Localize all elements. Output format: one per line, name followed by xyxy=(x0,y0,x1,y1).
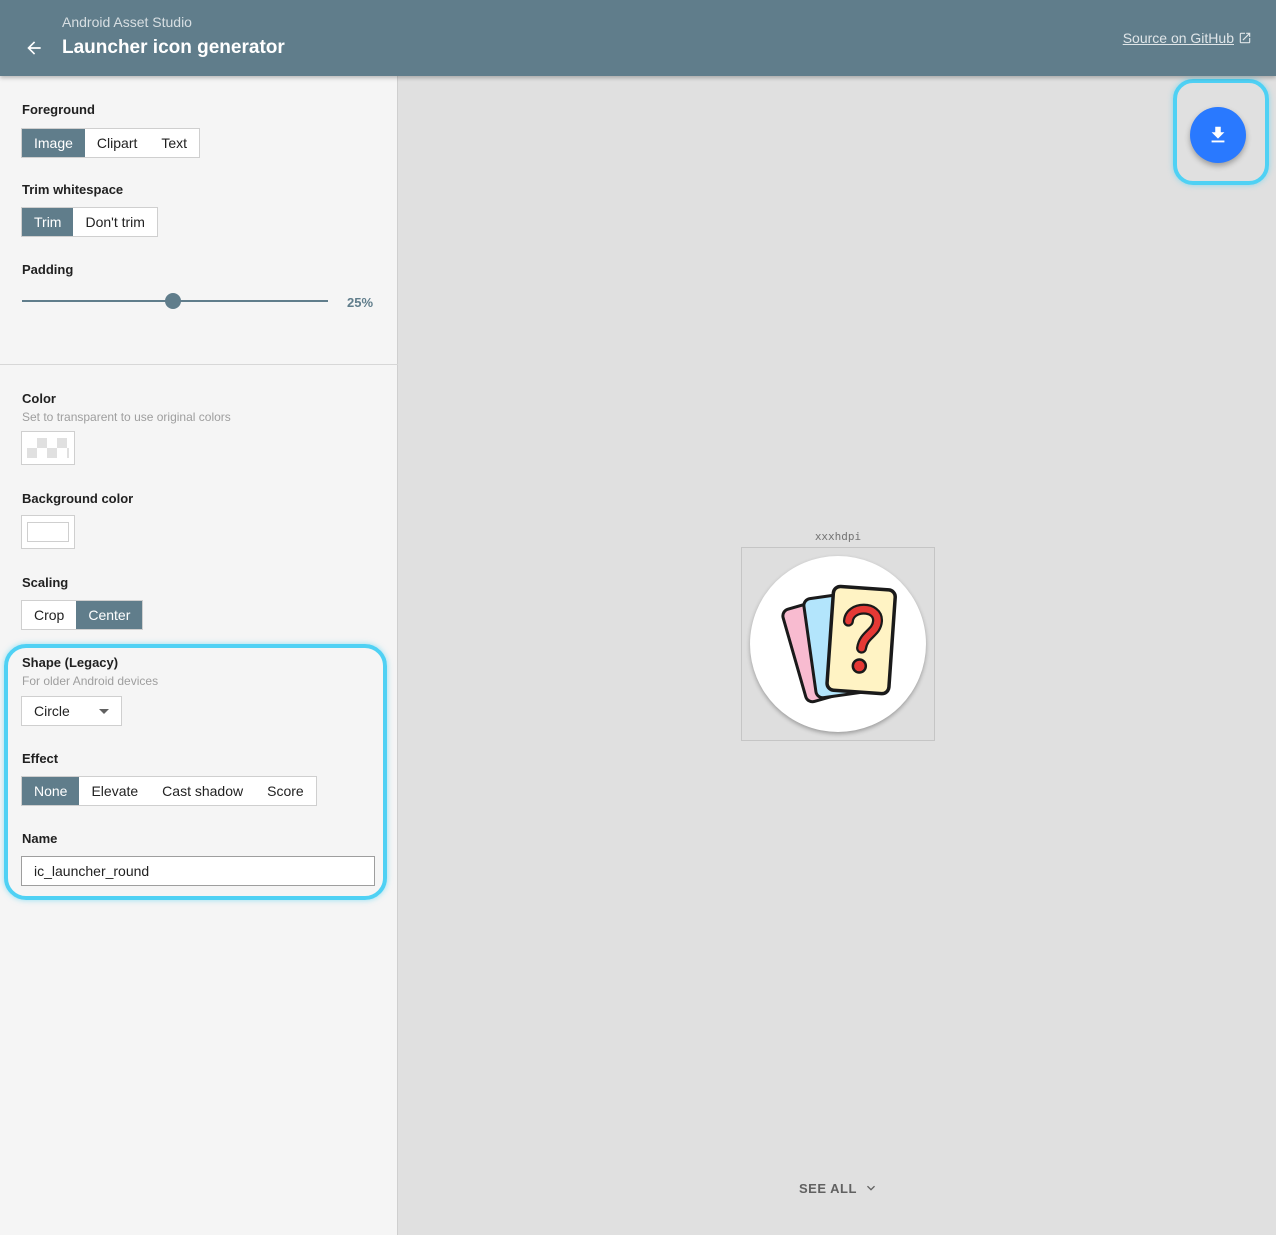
white-swatch xyxy=(27,522,69,542)
name-input[interactable] xyxy=(21,856,375,886)
chevron-down-icon xyxy=(866,1185,875,1191)
shape-selected-value: Circle xyxy=(34,703,70,719)
effect-option-none[interactable]: None xyxy=(22,777,80,805)
trim-selector: Trim Don't trim xyxy=(21,207,158,237)
color-label: Color xyxy=(22,391,56,406)
scaling-option-center[interactable]: Center xyxy=(76,601,143,629)
shape-label: Shape (Legacy) xyxy=(22,655,119,670)
scaling-label: Scaling xyxy=(22,575,69,590)
foreground-option-image[interactable]: Image xyxy=(22,129,85,157)
icon-preview-frame xyxy=(741,547,935,741)
trim-option-trim[interactable]: Trim xyxy=(22,208,74,236)
github-link[interactable]: Source on GitHub xyxy=(1123,30,1252,46)
foreground-option-clipart[interactable]: Clipart xyxy=(85,129,149,157)
launcher-icon-preview xyxy=(750,556,926,732)
app-header: Android Asset Studio Launcher icon gener… xyxy=(0,0,1276,76)
scaling-option-crop[interactable]: Crop xyxy=(22,601,76,629)
padding-label: Padding xyxy=(22,262,74,277)
effect-label: Effect xyxy=(22,751,59,766)
options-sidebar: Foreground Image Clipart Text Trim white… xyxy=(0,76,398,1235)
arrow-left-icon xyxy=(27,41,41,55)
see-all-label: SEE ALL xyxy=(799,1180,857,1196)
chevron-down-icon xyxy=(99,709,109,714)
cards-question-icon xyxy=(781,584,897,704)
background-color-label: Background color xyxy=(22,491,134,506)
effect-option-score[interactable]: Score xyxy=(255,777,316,805)
download-button[interactable] xyxy=(1190,107,1246,163)
app-name: Android Asset Studio xyxy=(62,14,192,30)
foreground-option-text[interactable]: Text xyxy=(149,129,199,157)
trim-option-dont-trim[interactable]: Don't trim xyxy=(73,208,156,236)
transparent-swatch xyxy=(27,438,69,458)
see-all-button[interactable]: SEE ALL xyxy=(799,1180,879,1196)
shape-dropdown[interactable]: Circle xyxy=(21,696,122,726)
color-hint: Set to transparent to use original color… xyxy=(22,410,231,424)
background-color-picker[interactable] xyxy=(21,515,75,549)
effect-option-elevate[interactable]: Elevate xyxy=(79,777,150,805)
foreground-label: Foreground xyxy=(22,102,95,117)
effect-selector: None Elevate Cast shadow Score xyxy=(21,776,317,806)
download-icon xyxy=(1211,126,1225,143)
back-button[interactable] xyxy=(22,36,46,60)
page-title: Launcher icon generator xyxy=(62,37,285,58)
trim-label: Trim whitespace xyxy=(22,182,124,197)
foreground-selector: Image Clipart Text xyxy=(21,128,201,158)
color-picker[interactable] xyxy=(21,431,75,465)
shape-hint: For older Android devices xyxy=(22,674,159,688)
external-link-icon xyxy=(1239,32,1251,44)
density-label: xxxhdpi xyxy=(814,530,862,543)
name-label: Name xyxy=(22,831,58,846)
github-link-label: Source on GitHub xyxy=(1122,30,1234,46)
padding-slider-handle[interactable] xyxy=(165,293,181,309)
section-divider xyxy=(0,364,398,365)
effect-option-cast-shadow[interactable]: Cast shadow xyxy=(150,777,255,805)
scaling-selector: Crop Center xyxy=(21,600,144,630)
padding-value: 25% xyxy=(347,295,374,310)
